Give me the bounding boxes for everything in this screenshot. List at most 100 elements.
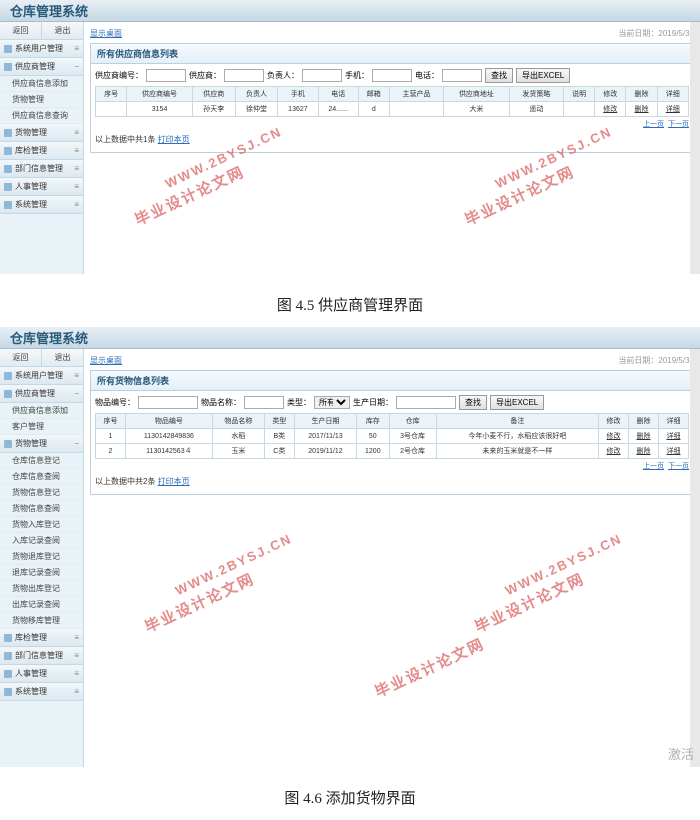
type-label: 类型： (287, 397, 311, 408)
sidebar-group-dept[interactable]: 部门信息管理≡ (0, 647, 83, 665)
sidebar-item-supplier-add[interactable]: 供应商信息添加 (0, 403, 83, 419)
goods-id-input[interactable] (138, 396, 198, 409)
sidebar-group-hr[interactable]: 人事管理≡ (0, 665, 83, 683)
search-bar: 供应商编号： 供应商： 负责人： 手机： 电话： 查找 导出EXCEL (95, 68, 689, 83)
query-button[interactable]: 查找 (485, 68, 513, 83)
supplier-list-panel: 所有供应商信息列表 供应商编号： 供应商： 负责人： 手机： 电话： 查找 导出… (90, 43, 694, 153)
table-header: 手机 (278, 87, 318, 102)
table-cell: 1200 (357, 444, 389, 459)
sidebar-item-return-view[interactable]: 退库记录查阅 (0, 565, 83, 581)
sidebar-item-stockout-reg[interactable]: 货物出库登记 (0, 581, 83, 597)
sidebar-item-stockout-view[interactable]: 出库记录查阅 (0, 597, 83, 613)
phone-input[interactable] (442, 69, 482, 82)
collapse-icon: − (74, 62, 79, 71)
sidebar-item-customer[interactable]: 客户管理 (0, 419, 83, 435)
table-header: 主营产品 (389, 87, 443, 102)
sidebar-item-supplier-add[interactable]: 供应商信息添加 (0, 76, 83, 92)
breadcrumb: 显示桌面 当前日期：2019/5/31 (90, 353, 694, 370)
breadcrumb-desktop[interactable]: 显示桌面 (90, 28, 122, 39)
nav-exit-button[interactable]: 退出 (42, 349, 83, 366)
sidebar-item-goods-view[interactable]: 货物信息查阅 (0, 501, 83, 517)
table-cell: 遥动 (509, 102, 563, 117)
supplier-name-input[interactable] (224, 69, 264, 82)
sidebar-group-sysuser[interactable]: 系统用户管理≡ (0, 367, 83, 385)
pager-prev[interactable]: 上一页 (643, 461, 664, 471)
table-cell: 2 (96, 444, 126, 459)
table-cell[interactable]: 修改 (595, 102, 626, 117)
export-excel-button[interactable]: 导出EXCEL (490, 395, 544, 410)
print-page-link[interactable]: 打印本页 (158, 135, 190, 144)
sidebar-item-goods[interactable]: 货物管理 (0, 92, 83, 108)
table-cell[interactable]: 修改 (599, 429, 629, 444)
sidebar-item-stockin-view[interactable]: 入库记录查阅 (0, 533, 83, 549)
table-cell (564, 102, 595, 117)
table-cell: 2号仓库 (389, 444, 436, 459)
table-cell[interactable]: 详细 (658, 429, 688, 444)
supplier-id-input[interactable] (146, 69, 186, 82)
table-cell[interactable]: 详细 (657, 102, 688, 117)
result-count: 以上数据中共2条 打印本页 (95, 473, 689, 490)
table-cell[interactable]: 删除 (629, 444, 659, 459)
sidebar-item-return-reg[interactable]: 货物退库登记 (0, 549, 83, 565)
table-header: 详细 (657, 87, 688, 102)
expand-icon: ≡ (74, 687, 79, 696)
scrollbar[interactable] (690, 349, 700, 767)
phone-label: 电话： (415, 70, 439, 81)
folder-icon (4, 390, 12, 398)
breadcrumb-desktop[interactable]: 显示桌面 (90, 355, 122, 366)
table-cell: 13627 (278, 102, 318, 117)
table-cell: 徐仲堂 (235, 102, 278, 117)
nav-back-button[interactable]: 返回 (0, 22, 42, 39)
sidebar-group-supplier[interactable]: 供应商管理− (0, 385, 83, 403)
sidebar-group-sys[interactable]: 系统管理≡ (0, 683, 83, 701)
expand-icon: ≡ (74, 182, 79, 191)
type-select[interactable]: 所有 (314, 396, 350, 409)
sidebar-group-supplier[interactable]: 供应商管理− (0, 58, 83, 76)
goods-name-input[interactable] (244, 396, 284, 409)
content-area: 显示桌面 当前日期：2019/5/31 所有货物信息列表 物品编号： 物品名称：… (84, 349, 700, 767)
sidebar-group-inspect[interactable]: 库检管理≡ (0, 142, 83, 160)
expand-icon: ≡ (74, 44, 79, 53)
figure-caption-top: 图 4.5 供应商管理界面 (0, 274, 700, 327)
expand-icon: ≡ (74, 128, 79, 137)
sidebar-item-stockin-reg[interactable]: 货物入库登记 (0, 517, 83, 533)
pager-next[interactable]: 下一页 (668, 461, 689, 471)
sidebar-group-sysuser[interactable]: 系统用户管理≡ (0, 40, 83, 58)
sidebar-item-warehouse-reg[interactable]: 仓库信息登记 (0, 453, 83, 469)
sidebar-item-warehouse-view[interactable]: 仓库信息查阅 (0, 469, 83, 485)
sidebar-group-dept[interactable]: 部门信息管理≡ (0, 160, 83, 178)
contact-input[interactable] (302, 69, 342, 82)
scrollbar[interactable] (690, 22, 700, 274)
sidebar-group-inspect[interactable]: 库检管理≡ (0, 629, 83, 647)
sidebar-item-move-mgmt[interactable]: 货物移库管理 (0, 613, 83, 629)
mobile-input[interactable] (372, 69, 412, 82)
query-button[interactable]: 查找 (459, 395, 487, 410)
table-cell[interactable]: 详细 (658, 444, 688, 459)
pager-next[interactable]: 下一页 (668, 119, 689, 129)
sidebar-item-supplier-query[interactable]: 供应商信息查询 (0, 108, 83, 124)
table-cell[interactable]: 删除 (626, 102, 657, 117)
nav-back-button[interactable]: 返回 (0, 349, 42, 366)
sidebar: 返回 退出 系统用户管理≡ 供应商管理− 供应商信息添加 客户管理 货物管理− … (0, 349, 84, 767)
print-page-link[interactable]: 打印本页 (158, 477, 190, 486)
sidebar-group-hr[interactable]: 人事管理≡ (0, 178, 83, 196)
goods-list-panel: 所有货物信息列表 物品编号： 物品名称： 类型：所有 生产日期： 查找 导出EX… (90, 370, 694, 495)
supplier-id-label: 供应商编号： (95, 70, 143, 81)
table-cell: 今年小麦不行，水稻应该很好吧 (436, 429, 598, 444)
produce-date-input[interactable] (396, 396, 456, 409)
sidebar-item-goods-reg[interactable]: 货物信息登记 (0, 485, 83, 501)
export-excel-button[interactable]: 导出EXCEL (516, 68, 570, 83)
pager-prev[interactable]: 上一页 (643, 119, 664, 129)
table-cell: 1130142563４ (125, 444, 212, 459)
expand-icon: ≡ (74, 371, 79, 380)
table-header: 供应商编号 (127, 87, 193, 102)
table-header: 详细 (658, 414, 688, 429)
nav-exit-button[interactable]: 退出 (42, 22, 83, 39)
table-cell[interactable]: 修改 (599, 444, 629, 459)
table-cell[interactable]: 删除 (629, 429, 659, 444)
sidebar-group-sys[interactable]: 系统管理≡ (0, 196, 83, 214)
sidebar-group-goods[interactable]: 货物管理− (0, 435, 83, 453)
table-header: 物品编号 (125, 414, 212, 429)
table-cell: 1130142849836 (125, 429, 212, 444)
sidebar-group-goods[interactable]: 货物管理≡ (0, 124, 83, 142)
